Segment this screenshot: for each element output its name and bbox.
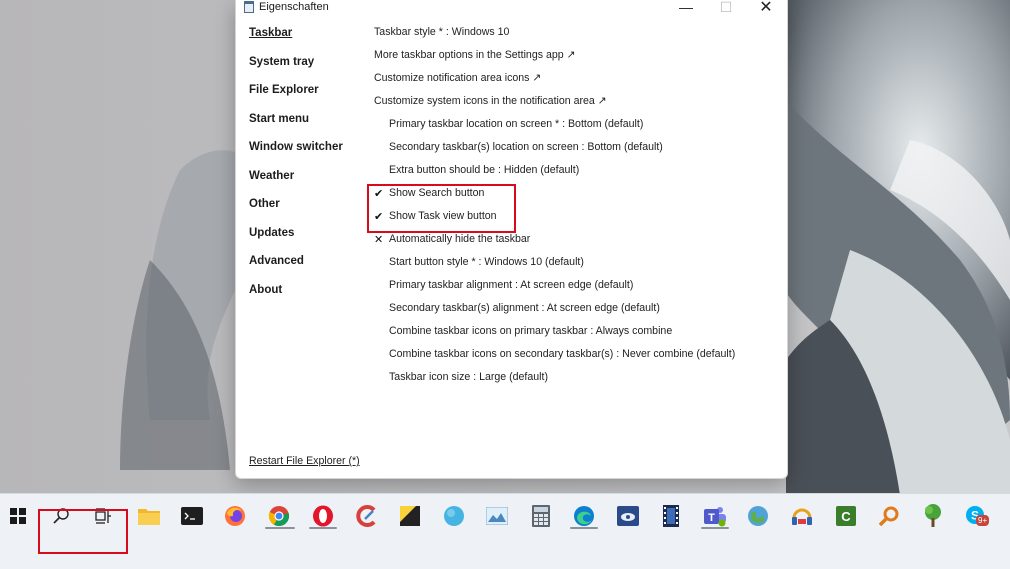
option-show-task-view-button[interactable]: Show Task view button: [389, 210, 497, 222]
option-auto-hide-taskbar[interactable]: Automatically hide the taskbar: [389, 233, 530, 245]
calculator-icon[interactable]: [528, 503, 554, 529]
start-icon[interactable]: [5, 503, 31, 529]
close-button[interactable]: ✕: [744, 0, 788, 18]
running-indicator: [701, 527, 729, 529]
option-show-search-button[interactable]: Show Search button: [389, 187, 484, 199]
checkmark-icon: ✔: [374, 211, 384, 223]
edge-icon[interactable]: [571, 503, 597, 529]
tree-icon[interactable]: [920, 503, 946, 529]
option-start-button-style[interactable]: Start button style * : Windows 10 (defau…: [389, 256, 584, 268]
nav-item-about[interactable]: About: [249, 284, 282, 296]
terminal-icon[interactable]: [179, 503, 205, 529]
running-indicator: [570, 527, 598, 529]
option-primary-alignment[interactable]: Primary taskbar alignment : At screen ed…: [389, 279, 633, 291]
maps-icon[interactable]: [745, 503, 771, 529]
chrome-icon[interactable]: [266, 503, 292, 529]
search-tool-icon[interactable]: [876, 503, 902, 529]
link-more-taskbar-options[interactable]: More taskbar options in the Settings app…: [374, 49, 575, 61]
svg-text:T: T: [708, 512, 715, 524]
link-customize-notification-icons[interactable]: Customize notification area icons ↗: [374, 72, 541, 84]
task-view-icon[interactable]: [90, 503, 116, 529]
opera-icon[interactable]: [310, 503, 336, 529]
nav-item-updates[interactable]: Updates: [249, 227, 294, 239]
option-secondary-alignment[interactable]: Secondary taskbar(s) alignment : At scre…: [389, 302, 660, 314]
video-editor-icon[interactable]: [658, 503, 684, 529]
option-taskbar-style[interactable]: Taskbar style * : Windows 10: [374, 26, 509, 38]
teams-icon[interactable]: T: [702, 503, 728, 529]
window-title: Eigenschaften: [259, 1, 329, 13]
option-extra-button[interactable]: Extra button should be : Hidden (default…: [389, 164, 579, 176]
svg-text:C: C: [841, 509, 851, 524]
nav-item-system-tray[interactable]: System tray: [249, 56, 314, 68]
sticky-notes-icon[interactable]: [397, 503, 423, 529]
ccleaner-icon[interactable]: [354, 503, 380, 529]
headset-app-icon[interactable]: [789, 503, 815, 529]
nav-item-start-menu[interactable]: Start menu: [249, 113, 309, 125]
nav-item-taskbar[interactable]: Taskbar: [249, 27, 292, 39]
photos-icon[interactable]: [484, 503, 510, 529]
option-combine-secondary[interactable]: Combine taskbar icons on secondary taskb…: [389, 348, 735, 360]
checkmark-icon: ✔: [374, 188, 384, 200]
nav-item-file-explorer[interactable]: File Explorer: [249, 84, 319, 96]
maximize-button[interactable]: ☐: [704, 0, 748, 18]
nav-item-weather[interactable]: Weather: [249, 170, 294, 182]
window-app-icon: [244, 1, 254, 13]
nav-item-advanced[interactable]: Advanced: [249, 255, 304, 267]
search-icon[interactable]: [48, 503, 74, 529]
nav-item-other[interactable]: Other: [249, 198, 280, 210]
title-bar[interactable]: Eigenschaften — ☐ ✕: [236, 0, 787, 18]
camtasia-icon[interactable]: C: [833, 503, 859, 529]
nav-item-window-switcher[interactable]: Window switcher: [249, 141, 343, 153]
notification-badge: 9+: [976, 515, 990, 526]
option-secondary-location[interactable]: Secondary taskbar(s) location on screen …: [389, 141, 663, 153]
running-indicator: [309, 527, 337, 529]
cross-icon: ✕: [374, 234, 384, 246]
firefox-icon[interactable]: [222, 503, 248, 529]
image-viewer-icon[interactable]: [615, 503, 641, 529]
running-indicator: [265, 527, 295, 529]
option-combine-primary[interactable]: Combine taskbar icons on primary taskbar…: [389, 325, 672, 337]
option-primary-location[interactable]: Primary taskbar location on screen * : B…: [389, 118, 643, 130]
taskbar: T C S 9+: [0, 493, 1010, 569]
minimize-button[interactable]: —: [664, 0, 708, 18]
properties-window: Eigenschaften — ☐ ✕ Taskbar System tray …: [235, 0, 788, 479]
link-customize-system-icons[interactable]: Customize system icons in the notificati…: [374, 95, 607, 107]
restart-file-explorer-link[interactable]: Restart File Explorer (*): [249, 455, 360, 467]
option-icon-size[interactable]: Taskbar icon size : Large (default): [389, 371, 548, 383]
app-icon[interactable]: [441, 503, 467, 529]
file-explorer-icon[interactable]: [136, 503, 162, 529]
